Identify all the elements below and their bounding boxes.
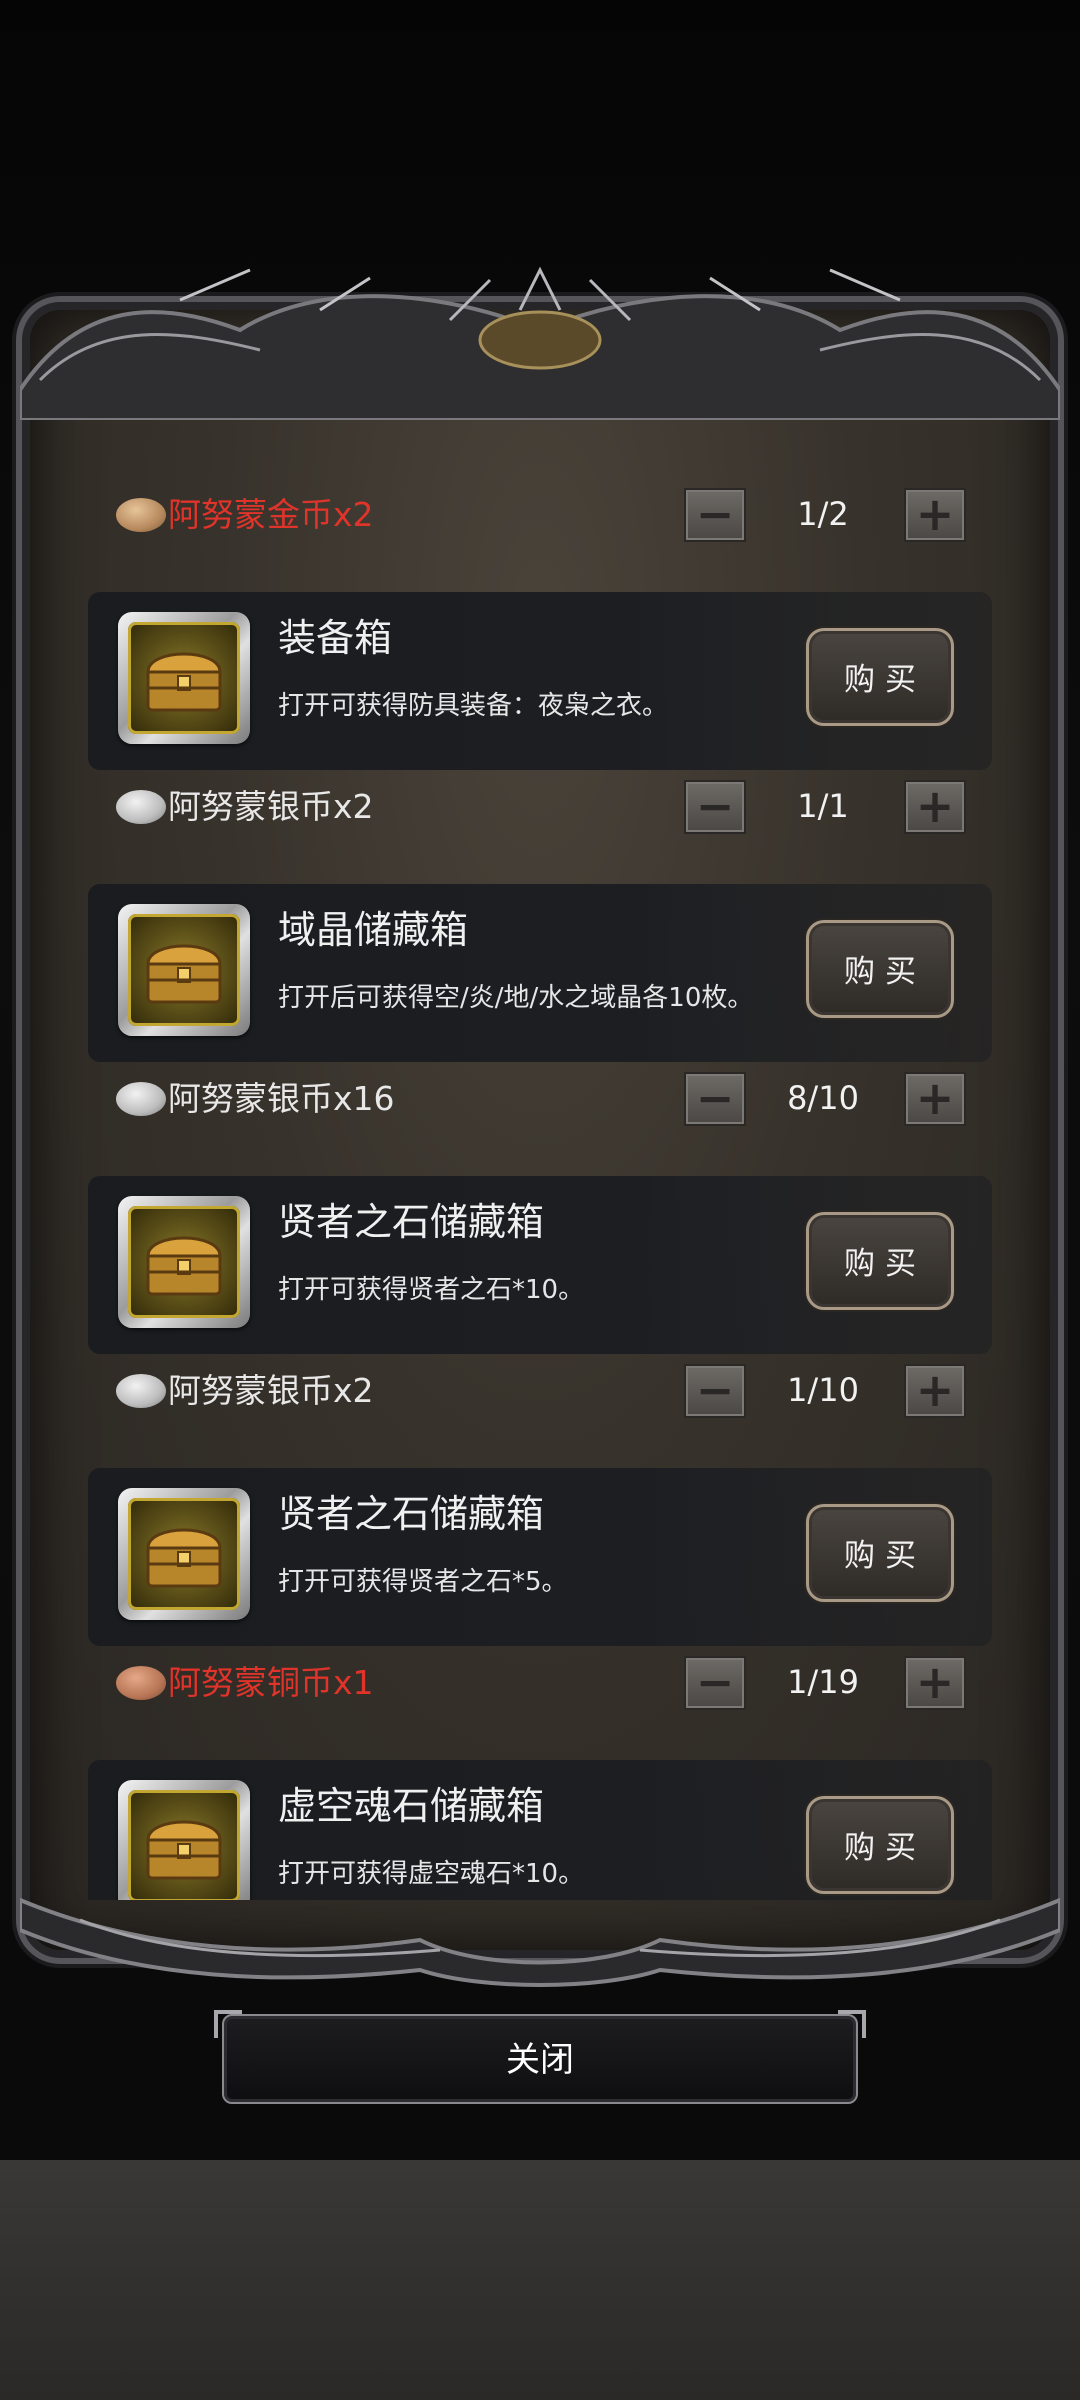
item-description: 打开后可获得空/炎/地/水之域晶各10枚。 [278,983,754,1013]
item-frame [118,1488,250,1620]
decrease-quantity-button[interactable]: − [684,488,746,542]
shop-list[interactable]: 阿努蒙金币x2 − 1/2 + 装备箱 打开可获得防具装备：夜枭之衣。 购买 阿… [88,480,992,1900]
silver-coin-icon [116,1082,166,1116]
increase-quantity-button[interactable]: + [904,488,966,542]
silver-coin-icon [116,790,166,824]
purchase-counter: 1/19 [787,1663,859,1701]
price-row: 阿努蒙金币x2 − 1/2 + [88,480,992,550]
price-row: 阿努蒙铜币x1 − 1/19 + [88,1648,992,1718]
treasure-chest-icon [128,622,240,734]
treasure-chest-icon [128,1790,240,1900]
item-title: 装备箱 [278,616,393,660]
increase-quantity-button[interactable]: + [904,780,966,834]
treasure-chest-icon [128,1206,240,1318]
shop-item-card: 虚空魂石储藏箱 打开可获得虚空魂石*10。 购买 [88,1760,992,1900]
price-label: 阿努蒙银币x2 [168,1371,374,1410]
copper-coin-icon [116,1666,166,1700]
item-description: 打开可获得虚空魂石*10。 [278,1859,585,1889]
close-button[interactable]: 关闭 [222,2014,858,2104]
buy-button[interactable]: 购买 [806,920,954,1018]
frame-crest-ornament [20,266,1060,420]
decrease-quantity-button[interactable]: − [684,1072,746,1126]
decrease-quantity-button[interactable]: − [684,1364,746,1418]
item-title: 虚空魂石储藏箱 [278,1784,545,1828]
buy-button[interactable]: 购买 [806,1796,954,1894]
price-row: 阿努蒙银币x16 − 8/10 + [88,1064,992,1134]
price-row: 阿努蒙银币x2 − 1/1 + [88,772,992,842]
purchase-counter: 1/2 [797,495,849,533]
treasure-chest-icon [128,914,240,1026]
silver-coin-icon [116,1374,166,1408]
item-title: 域晶储藏箱 [278,908,469,952]
shop-item-card: 装备箱 打开可获得防具装备：夜枭之衣。 购买 [88,592,992,770]
bottom-backdrop [0,2160,1080,2400]
purchase-counter: 1/10 [787,1371,859,1409]
buy-button[interactable]: 购买 [806,1504,954,1602]
increase-quantity-button[interactable]: + [904,1364,966,1418]
item-frame [118,612,250,744]
purchase-counter: 8/10 [787,1079,859,1117]
price-label: 阿努蒙金币x2 [168,495,374,534]
shop-item-card: 贤者之石储藏箱 打开可获得贤者之石*10。 购买 [88,1176,992,1354]
item-frame [118,1196,250,1328]
price-row: 阿努蒙银币x2 − 1/10 + [88,1356,992,1426]
price-label: 阿努蒙铜币x1 [168,1663,374,1702]
increase-quantity-button[interactable]: + [904,1656,966,1710]
increase-quantity-button[interactable]: + [904,1072,966,1126]
item-description: 打开可获得防具装备：夜枭之衣。 [278,691,669,721]
shop-item-card: 贤者之石储藏箱 打开可获得贤者之石*5。 购买 [88,1468,992,1646]
buy-button[interactable]: 购买 [806,1212,954,1310]
item-frame [118,1780,250,1900]
buy-button[interactable]: 购买 [806,628,954,726]
price-label: 阿努蒙银币x16 [168,1079,395,1118]
purchase-counter: 1/1 [797,787,849,825]
item-frame [118,904,250,1036]
decrease-quantity-button[interactable]: − [684,780,746,834]
item-title: 贤者之石储藏箱 [278,1200,545,1244]
item-description: 打开可获得贤者之石*10。 [278,1275,585,1305]
decrease-quantity-button[interactable]: − [684,1656,746,1710]
item-description: 打开可获得贤者之石*5。 [278,1567,568,1597]
treasure-chest-icon [128,1498,240,1610]
shop-screen: 阿努蒙金币x2 − 1/2 + 装备箱 打开可获得防具装备：夜枭之衣。 购买 阿… [0,0,1080,2400]
shop-item-card: 域晶储藏箱 打开后可获得空/炎/地/水之域晶各10枚。 购买 [88,884,992,1062]
item-title: 贤者之石储藏箱 [278,1492,545,1536]
price-label: 阿努蒙银币x2 [168,787,374,826]
gold-coin-icon [116,498,166,532]
